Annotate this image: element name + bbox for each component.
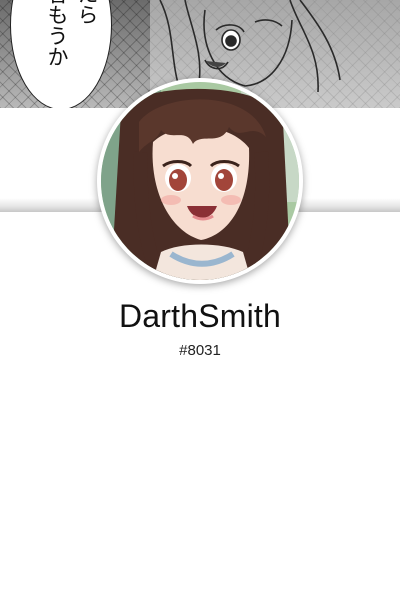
bubble-text-line-2: お酒呑もうか	[45, 0, 69, 67]
avatar[interactable]	[97, 78, 303, 284]
bubble-text-line-1: 帰ったら	[74, 0, 100, 25]
username: DarthSmith	[118, 298, 282, 334]
anime-girl-avatar	[101, 82, 299, 280]
profile-card: 帰ったら お酒呑もうか	[0, 0, 400, 600]
user-discriminator: #8031	[179, 342, 221, 359]
